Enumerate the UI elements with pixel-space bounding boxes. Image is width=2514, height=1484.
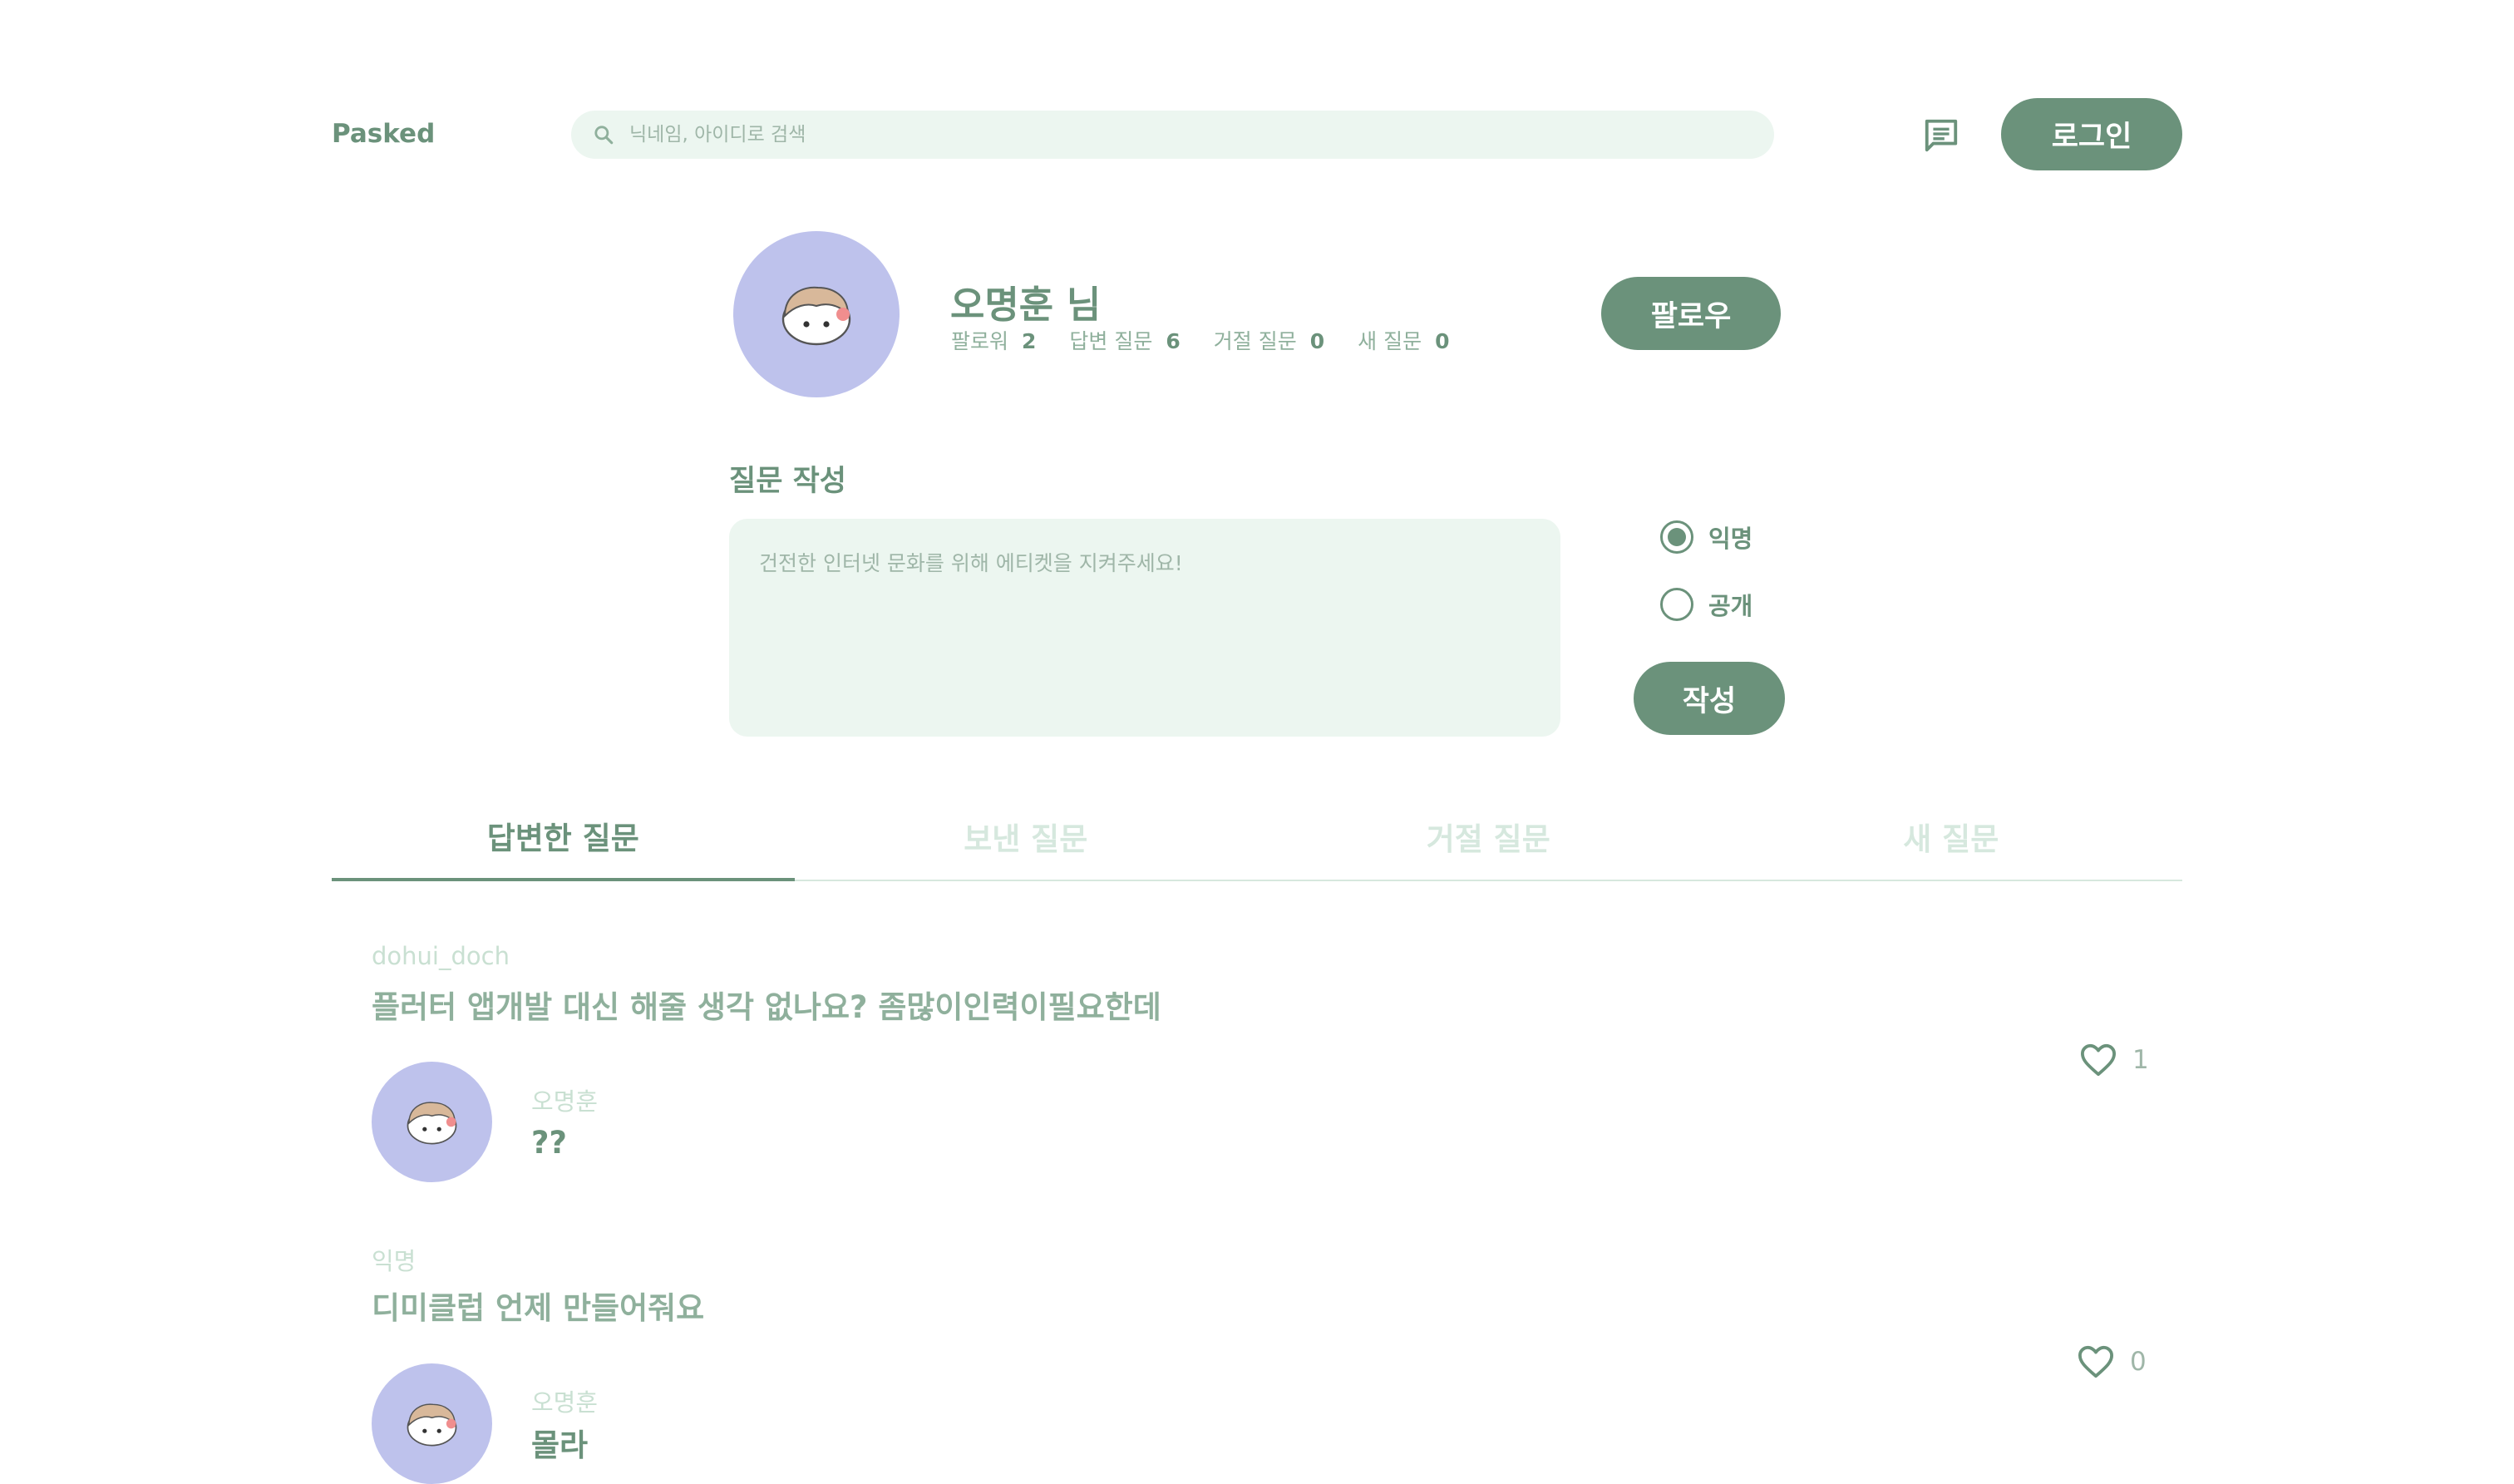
answerer-avatar — [372, 1363, 492, 1484]
stat-value-new: 0 — [1435, 329, 1450, 353]
stat-label-new: 새 질문 — [1358, 329, 1422, 353]
compose-title: 질문 작성 — [729, 465, 846, 498]
radio-public-label: 공개 — [1708, 592, 1753, 620]
radio-anonymous[interactable]: 익명 — [1660, 520, 1752, 555]
stat-label-rejected: 거절 질문 — [1213, 329, 1297, 353]
stat-value-followers: 2 — [1022, 329, 1037, 353]
tab-answered[interactable]: 답변한 질문 — [332, 805, 795, 881]
answerer-name: 오명훈 — [531, 1388, 599, 1417]
submit-question-button[interactable]: 작성 — [1634, 662, 1785, 735]
stat-value-answered: 6 — [1166, 329, 1181, 353]
question-tabs: 답변한 질문 보낸 질문 거절 질문 새 질문 — [332, 805, 2182, 881]
like-count: 0 — [2130, 1347, 2147, 1377]
app-logo[interactable]: Pasked — [332, 119, 435, 149]
like-button[interactable]: 1 — [2079, 1043, 2149, 1077]
radio-public-circle[interactable] — [1660, 588, 1693, 621]
tab-rejected[interactable]: 거절 질문 — [1257, 805, 1720, 880]
follow-button[interactable]: 팔로우 — [1601, 277, 1781, 350]
radio-anonymous-label: 익명 — [1708, 525, 1753, 553]
search-bar[interactable] — [571, 111, 1774, 159]
heart-icon[interactable] — [2077, 1344, 2115, 1379]
search-input[interactable] — [628, 123, 1712, 146]
character-avatar-icon — [781, 286, 851, 346]
heart-icon[interactable] — [2079, 1043, 2117, 1077]
stat-label-followers: 팔로워 — [951, 329, 1009, 353]
question-textarea[interactable] — [759, 547, 1531, 708]
tab-new[interactable]: 새 질문 — [1720, 805, 2183, 880]
like-count: 1 — [2132, 1045, 2149, 1075]
question-compose-box[interactable] — [729, 519, 1560, 737]
stat-label-answered: 답변 질문 — [1069, 329, 1153, 353]
message-icon[interactable] — [1922, 116, 1960, 155]
answerer-avatar — [372, 1062, 492, 1182]
question-text: 디미클럽 언제 만들어줘요 — [372, 1290, 705, 1326]
answer-text: 몰라 — [531, 1427, 589, 1463]
tab-sent[interactable]: 보낸 질문 — [795, 805, 1258, 880]
answerer-name: 오명훈 — [531, 1087, 599, 1116]
answer-text: ?? — [531, 1125, 567, 1161]
radio-public[interactable]: 공개 — [1660, 587, 1752, 622]
asker-name: dohui_doch — [372, 942, 510, 970]
character-avatar-icon — [407, 1102, 457, 1145]
search-icon — [594, 126, 614, 145]
profile-avatar — [733, 231, 900, 397]
like-button[interactable]: 0 — [2077, 1344, 2147, 1379]
question-text: 플러터 앱개발 대신 해줄 생각 없나요? 좀많이인력이필요한데 — [372, 989, 1161, 1025]
stat-value-rejected: 0 — [1309, 329, 1325, 353]
login-button[interactable]: 로그인 — [2001, 98, 2182, 170]
profile-name: 오명훈 님 — [950, 283, 1102, 327]
profile-stats: 팔로워 2 답변 질문 6 거절 질문 0 새 질문 0 — [951, 325, 1483, 355]
character-avatar-icon — [407, 1403, 457, 1447]
radio-anonymous-circle[interactable] — [1660, 520, 1693, 554]
asker-name: 익명 — [372, 1247, 417, 1275]
